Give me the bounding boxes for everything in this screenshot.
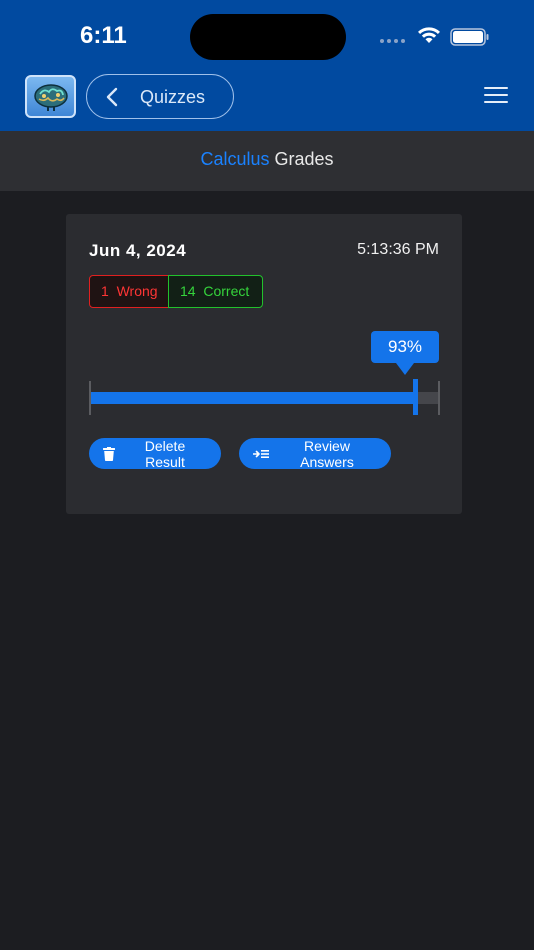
result-time: 5:13:36 PM [357, 241, 439, 258]
hamburger-menu-icon[interactable] [484, 87, 508, 105]
battery-icon [450, 28, 489, 46]
status-time: 6:11 [80, 22, 127, 49]
dynamic-island [190, 14, 346, 60]
grade-result-card: Jun 4, 2024 5:13:36 PM 1 Wrong 14 Correc… [66, 214, 462, 514]
score-bar-min-tick [89, 381, 91, 415]
brain-icon [33, 83, 68, 111]
score-tooltip-arrow [396, 363, 414, 375]
page-title: Calculus Grades [0, 149, 534, 170]
review-answers-button[interactable]: Review Answers [239, 437, 391, 470]
score-bar-max-tick [438, 381, 440, 415]
result-date: Jun 4, 2024 [89, 241, 187, 260]
delete-result-button[interactable]: Delete Result [89, 437, 221, 470]
title-suffix: Grades [274, 149, 334, 169]
score-bar-marker [413, 379, 418, 415]
score-tooltip: 93% [371, 331, 439, 363]
back-button-label: Quizzes [140, 87, 206, 107]
review-answers-label: Review Answers [300, 437, 354, 470]
back-to-quizzes-button[interactable]: Quizzes [86, 74, 234, 119]
delete-result-label: Delete Result [144, 437, 186, 470]
chevron-left-icon [106, 87, 118, 107]
app-header: 6:11 Quizzes [0, 0, 534, 131]
cellular-signal-icon [380, 39, 405, 43]
wrong-count-badge: 1 Wrong [89, 275, 169, 308]
trash-icon [103, 446, 115, 461]
review-list-icon [253, 448, 269, 460]
subject-name: Calculus [200, 149, 270, 169]
page-subheader: Calculus Grades [0, 131, 534, 191]
app-logo[interactable] [25, 75, 76, 118]
correct-count-badge: 14 Correct [168, 275, 263, 308]
score-bar-fill [89, 392, 415, 404]
wifi-icon [418, 27, 440, 43]
